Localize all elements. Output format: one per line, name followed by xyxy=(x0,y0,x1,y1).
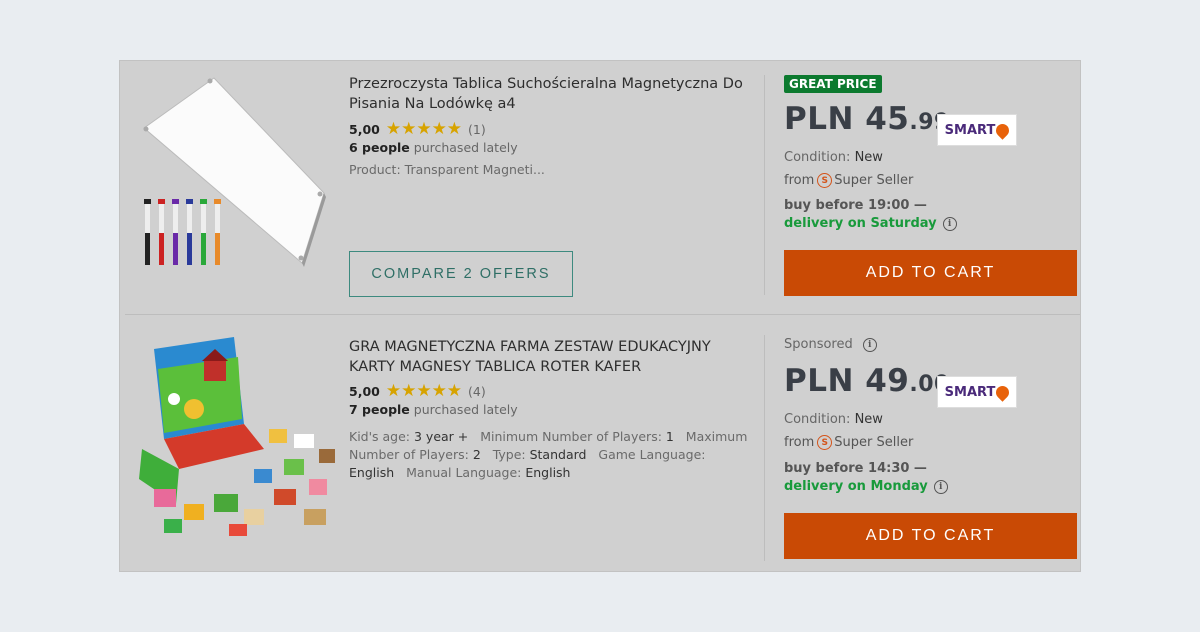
product-image-farm-game[interactable] xyxy=(134,329,340,541)
rating-score: 5,00 xyxy=(349,383,380,399)
smart-badge[interactable]: SMART xyxy=(937,114,1017,146)
star-rating-icon: ★★★★★ xyxy=(385,119,463,139)
buy-before: buy before 14:30 — xyxy=(784,461,927,476)
markers xyxy=(144,199,221,265)
rating-count[interactable]: (1) xyxy=(468,122,486,137)
condition: Condition: New xyxy=(784,412,883,427)
info-icon[interactable]: i xyxy=(933,479,948,494)
rating-score: 5,00 xyxy=(349,121,380,137)
star-rating-icon: ★★★★★ xyxy=(385,381,463,401)
smart-badge[interactable]: SMART xyxy=(937,376,1017,408)
add-to-cart-button[interactable]: ADD TO CART xyxy=(784,250,1077,296)
purchase-count: 6 people purchased lately xyxy=(349,140,518,155)
smart-pin-icon xyxy=(993,120,1013,140)
product-title[interactable]: Przezroczysta Tablica Suchościeralna Mag… xyxy=(349,74,761,114)
rating: 5,00 ★★★★★ (1) xyxy=(349,119,486,139)
seller-info[interactable]: from S Super Seller xyxy=(784,173,913,188)
compare-offers-button[interactable]: COMPARE 2 OFFERS xyxy=(349,251,573,297)
condition: Condition: New xyxy=(784,150,883,165)
super-seller-icon: S xyxy=(817,173,833,188)
add-to-cart-button[interactable]: ADD TO CART xyxy=(784,513,1077,559)
divider xyxy=(764,75,765,295)
smart-pin-icon xyxy=(993,382,1013,402)
great-price-badge: GREAT PRICE xyxy=(784,75,882,93)
delivery-info: delivery on Saturday i xyxy=(784,216,957,231)
offer-list: Przezroczysta Tablica Suchościeralna Mag… xyxy=(119,60,1081,572)
price: PLN 45.99 xyxy=(784,101,950,137)
rating: 5,00 ★★★★★ (4) xyxy=(349,381,486,401)
divider xyxy=(764,335,765,561)
rating-count[interactable]: (4) xyxy=(468,384,486,399)
product-image-whiteboard[interactable] xyxy=(134,73,340,283)
sponsored-label: Sponsored i xyxy=(784,337,877,352)
info-icon[interactable]: i xyxy=(862,337,877,352)
product-title[interactable]: GRA MAGNETYCZNA FARMA ZESTAW EDUKACYJNY … xyxy=(349,337,761,377)
seller-info[interactable]: from S Super Seller xyxy=(784,435,913,450)
super-seller-icon: S xyxy=(817,435,833,450)
buy-before: buy before 19:00 — xyxy=(784,198,927,213)
price: PLN 49.00 xyxy=(784,363,950,399)
offer-card: GRA MAGNETYCZNA FARMA ZESTAW EDUKACYJNY … xyxy=(120,317,1080,571)
info-icon[interactable]: i xyxy=(942,216,957,231)
delivery-info: delivery on Monday i xyxy=(784,479,948,494)
offer-card: Przezroczysta Tablica Suchościeralna Mag… xyxy=(120,61,1080,315)
divider xyxy=(125,314,1080,315)
product-parameters: Product: Transparent Magneti... xyxy=(349,162,545,177)
product-parameters: Kid's age: 3 year + Minimum Number of Pl… xyxy=(349,429,748,480)
purchase-count: 7 people purchased lately xyxy=(349,402,518,417)
